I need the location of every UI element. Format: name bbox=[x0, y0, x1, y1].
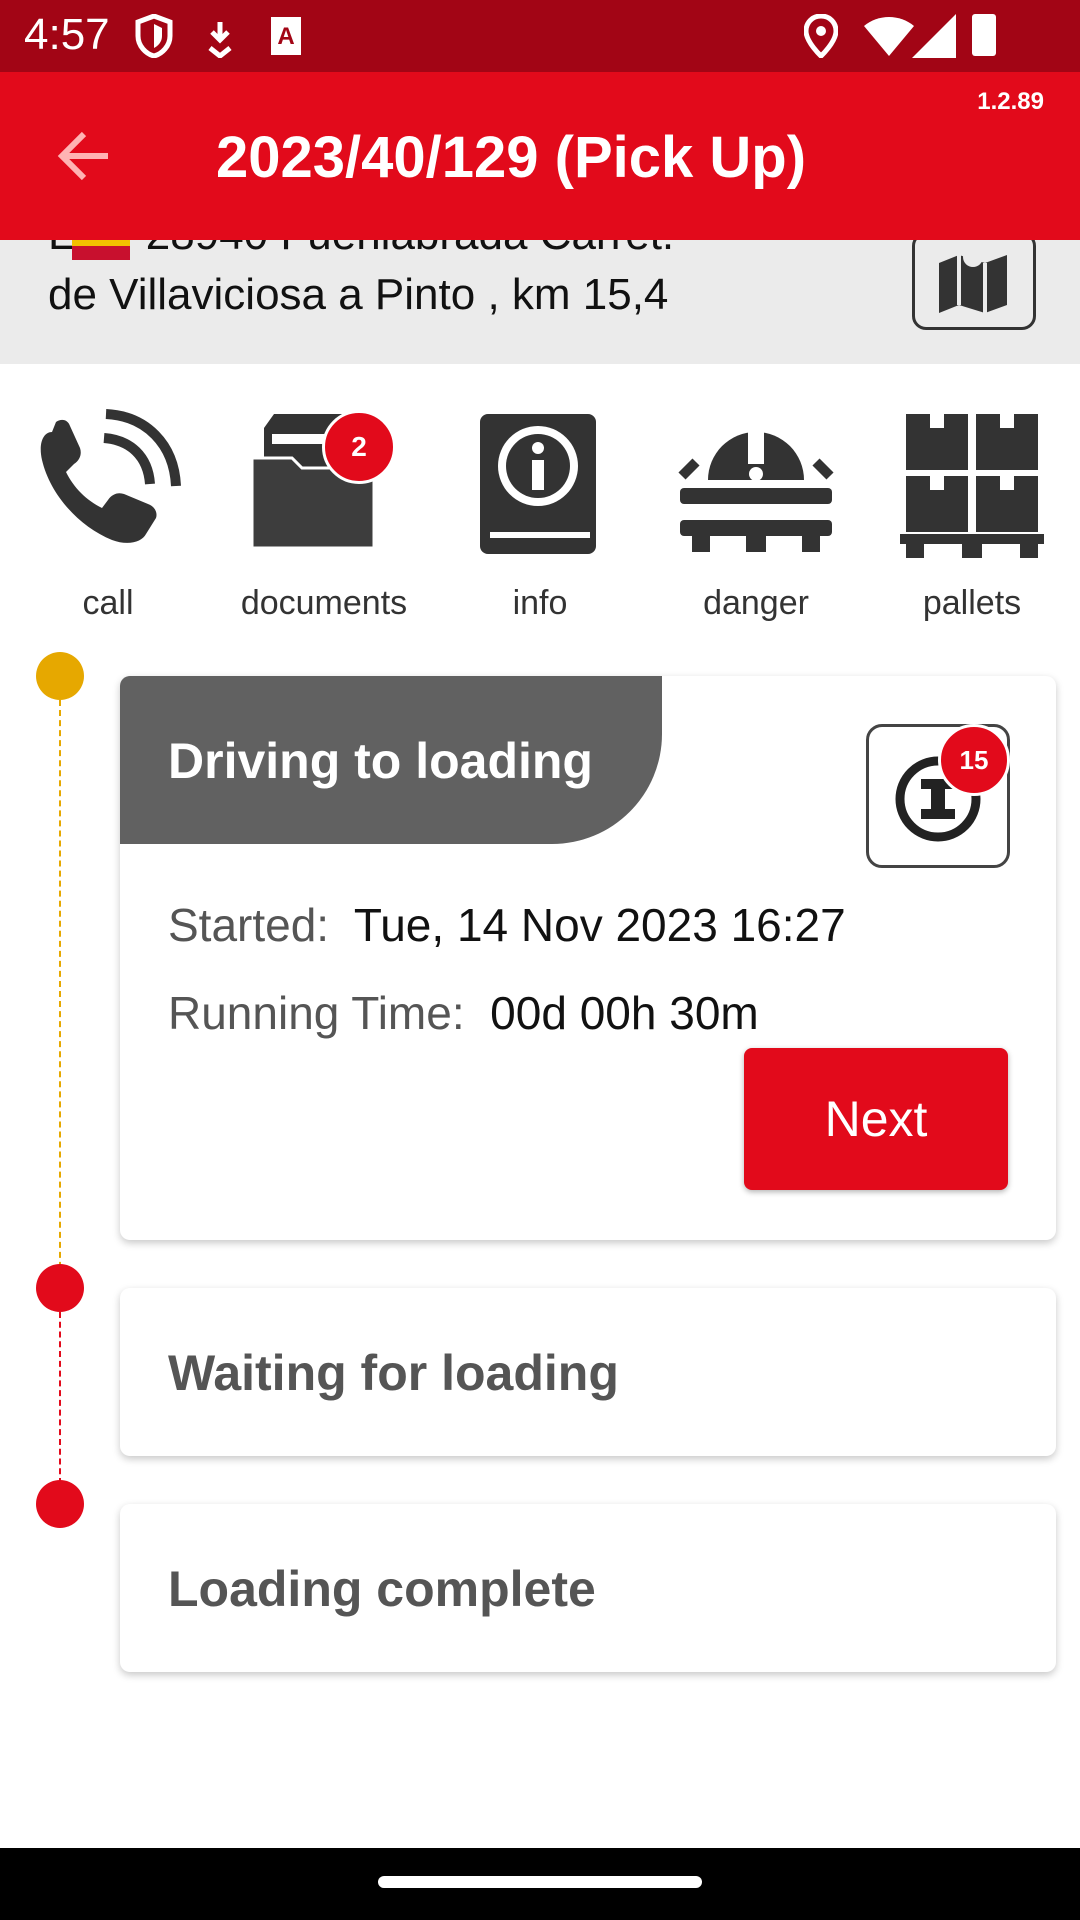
arrow-left-icon[interactable] bbox=[50, 124, 114, 188]
step-card-active: Driving to loading 15 Started: Tue, 14 N… bbox=[120, 676, 1056, 1240]
call-label: call bbox=[82, 584, 134, 622]
page-title: 2023/40/129 (Pick Up) bbox=[216, 125, 807, 190]
scan-count-badge: 15 bbox=[938, 724, 1010, 796]
info-book-icon bbox=[480, 414, 596, 554]
wifi-icon bbox=[864, 17, 914, 56]
call-action[interactable]: call bbox=[8, 408, 208, 638]
running-row: Running Time: 00d 00h 30m bbox=[168, 986, 759, 1040]
pallets-action[interactable]: pallets bbox=[872, 408, 1072, 638]
pallets-label: pallets bbox=[922, 584, 1022, 622]
started-label: Started: bbox=[168, 899, 330, 951]
step-title: Waiting for loading bbox=[168, 1345, 619, 1401]
documents-label: documents bbox=[240, 584, 408, 622]
documents-action[interactable]: 2 documents bbox=[224, 408, 424, 638]
step-card[interactable]: Loading complete bbox=[120, 1504, 1056, 1672]
app-version: 1.2.89 bbox=[977, 88, 1044, 115]
documents-badge: 2 bbox=[322, 410, 396, 484]
info-action[interactable]: info bbox=[440, 408, 640, 638]
timeline-dot bbox=[36, 1264, 84, 1312]
danger-action[interactable]: danger bbox=[656, 408, 856, 638]
timeline-line bbox=[59, 1312, 61, 1484]
download-icon bbox=[208, 22, 232, 58]
app-bar: 2023/40/129 (Pick Up) 1.2.89 bbox=[0, 72, 1080, 240]
step-card[interactable]: Waiting for loading bbox=[120, 1288, 1056, 1456]
system-nav-bar bbox=[0, 1848, 1080, 1920]
spain-flag-icon bbox=[72, 240, 130, 260]
running-value: 00d 00h 30m bbox=[490, 987, 759, 1039]
started-row: Started: Tue, 14 Nov 2023 16:27 bbox=[168, 898, 846, 952]
home-gesture-handle[interactable] bbox=[378, 1876, 702, 1888]
address-line-2: de Villaviciosa a Pinto , km 15,4 bbox=[48, 270, 669, 319]
timeline-line bbox=[59, 700, 61, 1288]
svg-text:A: A bbox=[277, 23, 294, 50]
running-label: Running Time: bbox=[168, 987, 465, 1039]
info-label: info bbox=[512, 584, 568, 622]
started-value: Tue, 14 Nov 2023 16:27 bbox=[353, 899, 846, 951]
danger-icon bbox=[678, 422, 834, 552]
app-a-icon: A bbox=[271, 17, 301, 55]
step-title: Driving to loading bbox=[168, 733, 593, 789]
signal-icon bbox=[912, 14, 956, 58]
status-bar: 4:57 A bbox=[0, 0, 1080, 72]
step-title: Loading complete bbox=[168, 1561, 596, 1617]
pallets-icon bbox=[900, 414, 1044, 558]
phone-icon bbox=[40, 409, 181, 543]
step-header: Driving to loading bbox=[120, 676, 662, 844]
danger-label: danger bbox=[703, 584, 809, 622]
timeline-dot-active bbox=[36, 652, 84, 700]
shield-icon bbox=[135, 14, 173, 58]
timeline-dot bbox=[36, 1480, 84, 1528]
status-time: 4:57 bbox=[24, 10, 110, 59]
location-icon bbox=[804, 14, 838, 58]
address-bar: ES - 28940 Fuenlabrada Carret. de Villav… bbox=[0, 240, 1080, 364]
battery-icon bbox=[972, 14, 996, 56]
next-button[interactable]: Next bbox=[744, 1048, 1008, 1190]
address-line-1: ES - 28940 Fuenlabrada Carret. bbox=[48, 240, 674, 260]
